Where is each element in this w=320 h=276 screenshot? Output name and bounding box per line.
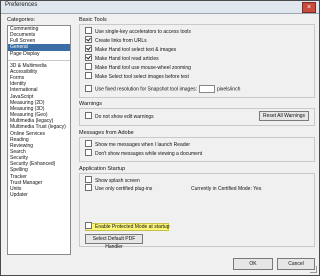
option-label: Use fixed resolution for Snapshot tool i… (95, 86, 197, 93)
basic-tools-option[interactable]: Make Hand tool use mouse-wheel zooming (85, 63, 191, 71)
checkbox[interactable] (85, 140, 92, 147)
certified-mode-value: Yes (253, 186, 262, 192)
ok-button[interactable]: OK (233, 258, 273, 270)
option-label: Make Hand tool use mouse-wheel zooming (95, 64, 191, 71)
warnings-option[interactable]: Do not show edit warnings (85, 112, 154, 120)
reset-warnings-button[interactable]: Reset All Warnings (259, 111, 309, 121)
snapshot-resolution-option[interactable]: Use fixed resolution for Snapshot tool i… (85, 84, 241, 93)
category-item[interactable]: Multimedia Trust (legacy) (8, 124, 70, 130)
category-item[interactable]: Updater (8, 192, 70, 198)
basic-tools-option[interactable]: Make Select tool select images before te… (85, 72, 189, 80)
checkbox[interactable] (85, 27, 92, 34)
checkbox-checked[interactable] (85, 45, 92, 52)
startup-option[interactable]: Use only certified plug-ins (85, 184, 153, 192)
checkbox[interactable] (85, 84, 92, 92)
checkbox[interactable] (85, 63, 92, 70)
title-bar[interactable]: Preferences × (1, 1, 319, 14)
unit-label: pixels/inch (217, 86, 241, 93)
checkbox-checked[interactable] (85, 54, 92, 61)
certified-mode-label: Currently in Certified Mode: (191, 186, 252, 192)
basic-tools-option[interactable]: Create links from URLs (85, 36, 147, 44)
checkbox[interactable] (85, 112, 92, 119)
window-title: Preferences (5, 2, 38, 8)
checkbox-checked[interactable] (85, 36, 92, 43)
messages-title: Messages from Adobe (79, 130, 134, 136)
basic-tools-title: Basic Tools (79, 17, 107, 23)
basic-tools-option[interactable]: Make Hand tool read articles (85, 54, 159, 62)
resolution-input[interactable] (199, 85, 215, 93)
messages-option[interactable]: Show me messages when I launch Reader (85, 140, 191, 148)
category-divider (8, 57, 70, 61)
option-label: Show me messages when I launch Reader (95, 141, 191, 148)
checkbox[interactable] (85, 149, 92, 156)
checkbox[interactable] (85, 184, 92, 191)
option-label: Use only certified plug-ins (95, 185, 153, 192)
preferences-window: Preferences × Categories: Commenting Doc… (0, 0, 320, 276)
resize-grip-icon[interactable] (310, 266, 317, 273)
checkbox[interactable] (85, 176, 92, 183)
close-icon[interactable]: × (302, 2, 316, 13)
option-label: Enable Protected Mode at startup (95, 223, 170, 230)
basic-tools-option[interactable]: Make Hand tool select text & images (85, 45, 177, 53)
startup-title: Application Startup (79, 166, 126, 172)
option-label: Make Hand tool read articles (95, 55, 159, 62)
option-label: Do not show edit warnings (95, 113, 154, 120)
option-label: Don't show messages while viewing a docu… (95, 150, 203, 157)
protected-mode-option[interactable]: Enable Protected Mode at startup (85, 222, 170, 230)
basic-tools-option[interactable]: Use single-key accelerators to access to… (85, 27, 191, 35)
categories-list[interactable]: Commenting Documents Full Screen General… (7, 25, 71, 255)
option-label: Make Hand tool select text & images (95, 46, 177, 53)
certified-mode-status: Currently in Certified Mode: Yes (191, 186, 261, 192)
option-label: Show splash screen (95, 177, 140, 184)
warnings-title: Warnings (79, 101, 103, 107)
option-label: Make Select tool select images before te… (95, 73, 189, 80)
checkbox[interactable] (85, 222, 92, 229)
messages-option[interactable]: Don't show messages while viewing a docu… (85, 149, 203, 157)
categories-label: Categories: (7, 17, 36, 23)
option-label: Use single-key accelerators to access to… (95, 28, 191, 35)
startup-option[interactable]: Show splash screen (85, 176, 140, 184)
checkbox[interactable] (85, 72, 92, 79)
select-pdf-handler-button[interactable]: Select Default PDF Handler (85, 234, 143, 250)
option-label: Create links from URLs (95, 37, 147, 44)
